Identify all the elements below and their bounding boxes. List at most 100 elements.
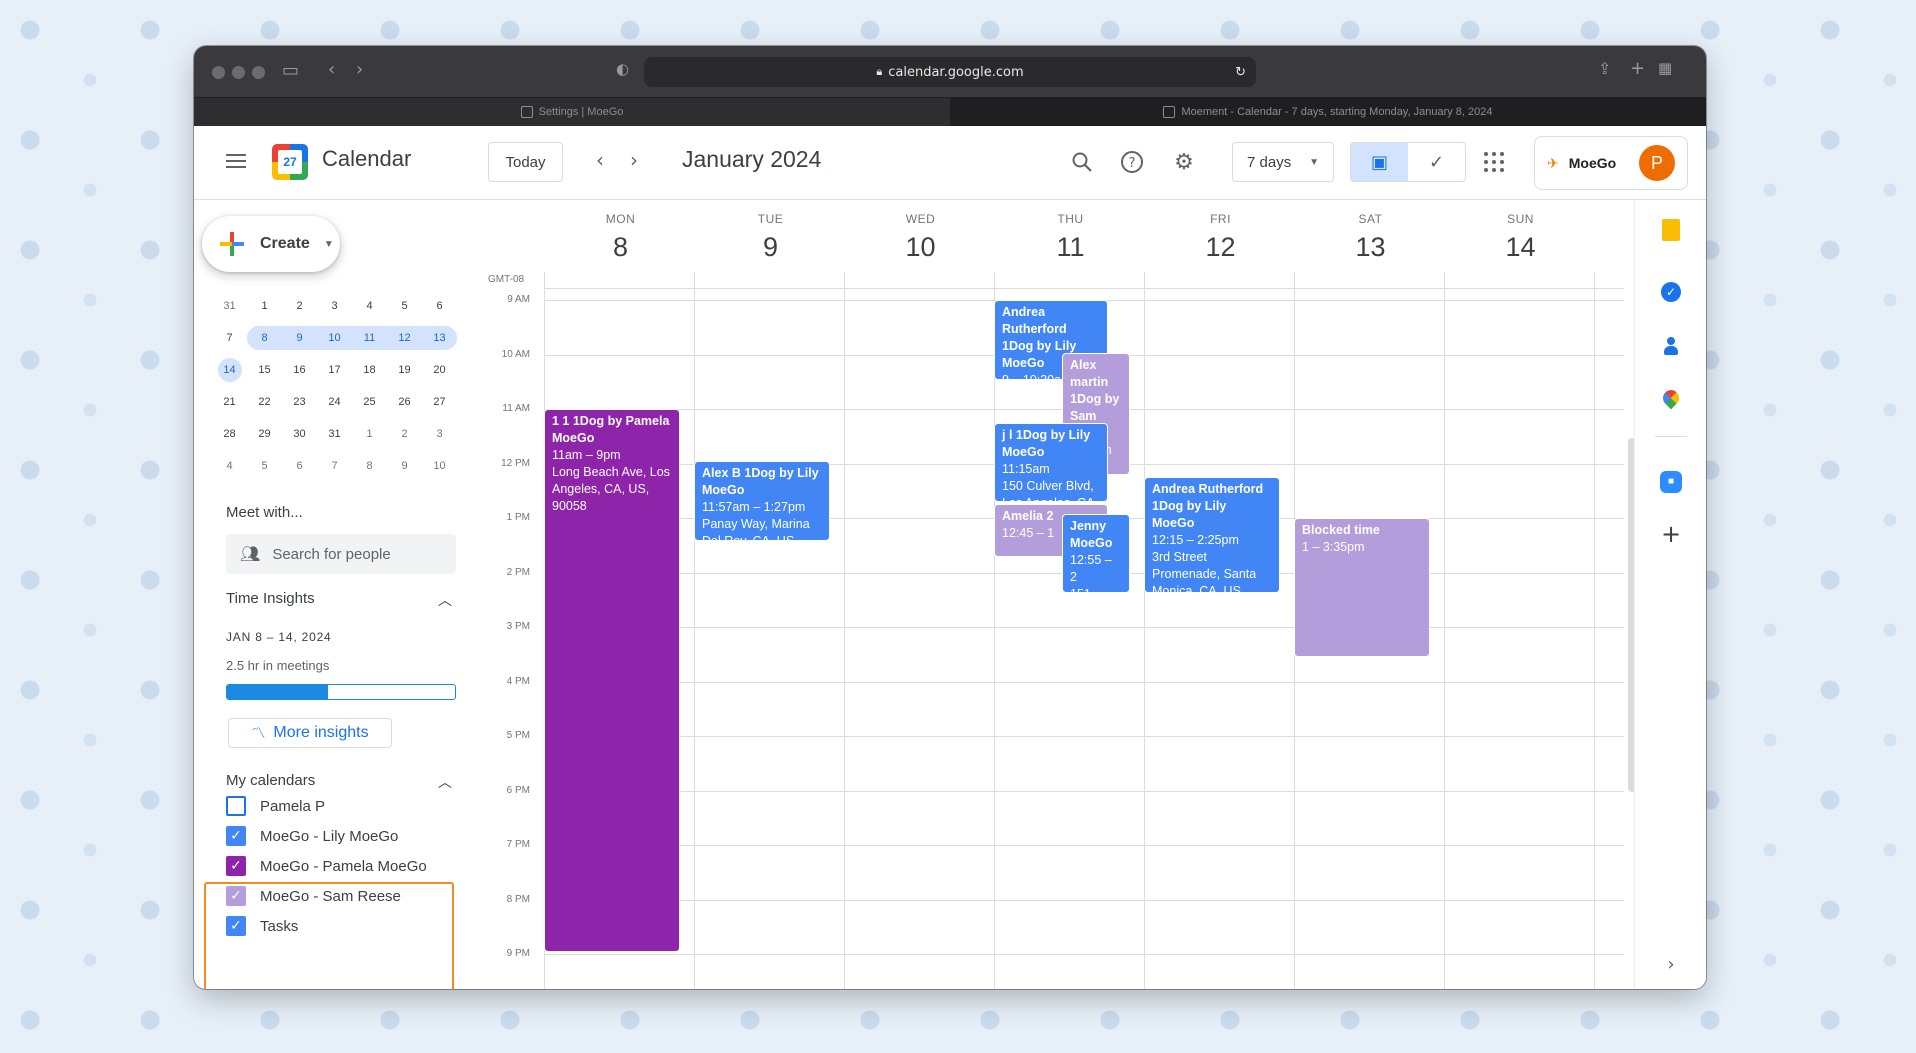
- mini-calendar-day[interactable]: 18: [352, 358, 387, 382]
- mini-calendar-day[interactable]: 11: [352, 326, 387, 350]
- mini-calendar-day[interactable]: 3: [317, 294, 352, 318]
- day-number[interactable]: 12: [1144, 232, 1297, 263]
- chevron-right-icon[interactable]: ›: [1659, 952, 1683, 976]
- add-addon-icon[interactable]: +: [1659, 520, 1683, 548]
- day-number[interactable]: 13: [1294, 232, 1447, 263]
- chevron-up-icon[interactable]: ︿: [438, 772, 452, 792]
- mini-calendar-day[interactable]: 15: [247, 358, 282, 382]
- mini-calendar-day[interactable]: 29: [247, 422, 282, 446]
- checkbox[interactable]: [226, 796, 246, 816]
- mini-calendar-day[interactable]: 23: [282, 390, 317, 414]
- mini-calendar-day[interactable]: 3: [422, 422, 457, 446]
- mini-calendar-day[interactable]: 14: [217, 358, 242, 382]
- day-header[interactable]: FRI 12: [1144, 212, 1297, 263]
- mini-calendar-day[interactable]: 16: [282, 358, 317, 382]
- tasks-icon[interactable]: ✓: [1408, 143, 1465, 181]
- calendar-icon[interactable]: ▣: [1351, 143, 1408, 181]
- mini-calendar-day[interactable]: 7: [317, 454, 352, 478]
- calendar-item[interactable]: ✓ MoeGo - Lily MoeGo: [226, 822, 398, 850]
- help-icon[interactable]: ?: [1118, 148, 1146, 176]
- mini-calendar-day[interactable]: 17: [317, 358, 352, 382]
- mini-calendar-day[interactable]: 25: [352, 390, 387, 414]
- browser-tab[interactable]: Moement - Calendar - 7 days, starting Mo…: [950, 98, 1706, 126]
- calendar-event[interactable]: Jenny MoeGo12:55 – 2 151 Culver: [1062, 513, 1130, 594]
- next-week-icon[interactable]: ›: [630, 148, 638, 172]
- calendar-item[interactable]: ✓ MoeGo - Pamela MoeGo: [226, 852, 427, 880]
- chevron-up-icon[interactable]: ︿: [438, 590, 452, 610]
- mini-calendar-day[interactable]: 1: [352, 422, 387, 446]
- day-number[interactable]: 14: [1444, 232, 1597, 263]
- day-header[interactable]: MON 8: [544, 212, 697, 263]
- checkbox[interactable]: ✓: [226, 826, 246, 846]
- mini-calendar-day[interactable]: 20: [422, 358, 457, 382]
- mini-calendar-day[interactable]: 9: [282, 326, 317, 350]
- gear-icon[interactable]: ⚙: [1170, 148, 1198, 176]
- zoom-icon[interactable]: ■: [1659, 470, 1683, 494]
- today-button[interactable]: Today: [488, 142, 563, 182]
- calendar-item[interactable]: Pamela P: [226, 792, 325, 820]
- day-header[interactable]: TUE 9: [694, 212, 847, 263]
- reload-icon[interactable]: ↻: [1235, 65, 1246, 80]
- browser-tab[interactable]: Settings | MoeGo: [194, 98, 950, 126]
- account-box[interactable]: ✈ MoeGo P: [1534, 136, 1688, 190]
- day-number[interactable]: 10: [844, 232, 997, 263]
- day-number[interactable]: 8: [544, 232, 697, 263]
- contacts-icon[interactable]: [1659, 334, 1683, 358]
- create-button[interactable]: Create ▼: [202, 216, 340, 272]
- mini-calendar-day[interactable]: 10: [422, 454, 457, 478]
- day-header[interactable]: THU 11: [994, 212, 1147, 263]
- new-tab-icon[interactable]: +: [1630, 58, 1645, 79]
- mini-calendar-day[interactable]: 5: [247, 454, 282, 478]
- maps-icon[interactable]: [1659, 386, 1683, 410]
- day-number[interactable]: 9: [694, 232, 847, 263]
- mini-calendar-day[interactable]: 31: [212, 294, 247, 318]
- back-icon[interactable]: ‹: [328, 59, 335, 80]
- mini-calendar-day[interactable]: 31: [317, 422, 352, 446]
- mini-calendar-day[interactable]: 4: [352, 294, 387, 318]
- search-people-input[interactable]: 👥︎ Search for people: [226, 534, 456, 574]
- minimize-window-button[interactable]: [232, 66, 245, 79]
- day-header[interactable]: WED 10: [844, 212, 997, 263]
- address-bar[interactable]: 🔒︎ calendar.google.com ↻: [644, 57, 1256, 87]
- calendar-event[interactable]: 1 1 1Dog by Pamela MoeGo 11am – 9pm Long B…: [544, 409, 680, 952]
- forward-icon[interactable]: ›: [356, 59, 363, 80]
- mini-calendar-day[interactable]: 2: [282, 294, 317, 318]
- tab-overview-icon[interactable]: ▦: [1658, 59, 1672, 77]
- mini-calendar-day[interactable]: 13: [422, 326, 457, 350]
- sidebar-toggle-icon[interactable]: ▭: [282, 60, 299, 81]
- view-selector[interactable]: 7 days ▼: [1232, 142, 1334, 182]
- mini-calendar-day[interactable]: 6: [422, 294, 457, 318]
- mini-calendar-day[interactable]: 7: [212, 326, 247, 350]
- mini-calendar-day[interactable]: 2: [387, 422, 422, 446]
- mini-calendar-day[interactable]: 10: [317, 326, 352, 350]
- apps-icon[interactable]: [1484, 152, 1504, 172]
- mini-calendar-day[interactable]: 6: [282, 454, 317, 478]
- mini-calendar-day[interactable]: 26: [387, 390, 422, 414]
- calendar-event[interactable]: Andrea Rutherford 1Dog by Lily MoeGo 12:1…: [1144, 477, 1280, 594]
- mini-calendar-day[interactable]: 4: [212, 454, 247, 478]
- share-icon[interactable]: ⇪: [1598, 59, 1611, 78]
- previous-week-icon[interactable]: ‹: [596, 148, 604, 172]
- mini-calendar-day[interactable]: 1: [247, 294, 282, 318]
- checkbox[interactable]: ✓: [226, 856, 246, 876]
- mini-calendar-day[interactable]: 8: [247, 326, 282, 350]
- mini-calendar-day[interactable]: 5: [387, 294, 422, 318]
- zoom-window-button[interactable]: [252, 66, 265, 79]
- calendar-event[interactable]: Alex B 1Dog by Lily MoeGo 11:57am – 1:27p…: [694, 460, 830, 541]
- search-icon[interactable]: [1068, 148, 1096, 176]
- mini-calendar-day[interactable]: 12: [387, 326, 422, 350]
- mini-calendar-day[interactable]: 8: [352, 454, 387, 478]
- avatar[interactable]: P: [1639, 145, 1675, 181]
- day-header[interactable]: SUN 14: [1444, 212, 1597, 263]
- calendar-event[interactable]: j l 1Dog by Lily MoeGo 11:15am 150 Culver …: [994, 422, 1108, 503]
- calendar-event[interactable]: Blocked time 1 – 3:35pm: [1294, 518, 1430, 657]
- tasks-app-icon[interactable]: ✓: [1659, 280, 1683, 304]
- more-insights-button[interactable]: 〽 More insights: [228, 718, 392, 748]
- day-number[interactable]: 11: [994, 232, 1147, 263]
- menu-icon[interactable]: [224, 150, 248, 174]
- mini-calendar-day[interactable]: 22: [247, 390, 282, 414]
- mini-calendar-day[interactable]: 19: [387, 358, 422, 382]
- mini-calendar-day[interactable]: 9: [387, 454, 422, 478]
- mini-calendar-day[interactable]: 30: [282, 422, 317, 446]
- keep-icon[interactable]: [1659, 218, 1683, 242]
